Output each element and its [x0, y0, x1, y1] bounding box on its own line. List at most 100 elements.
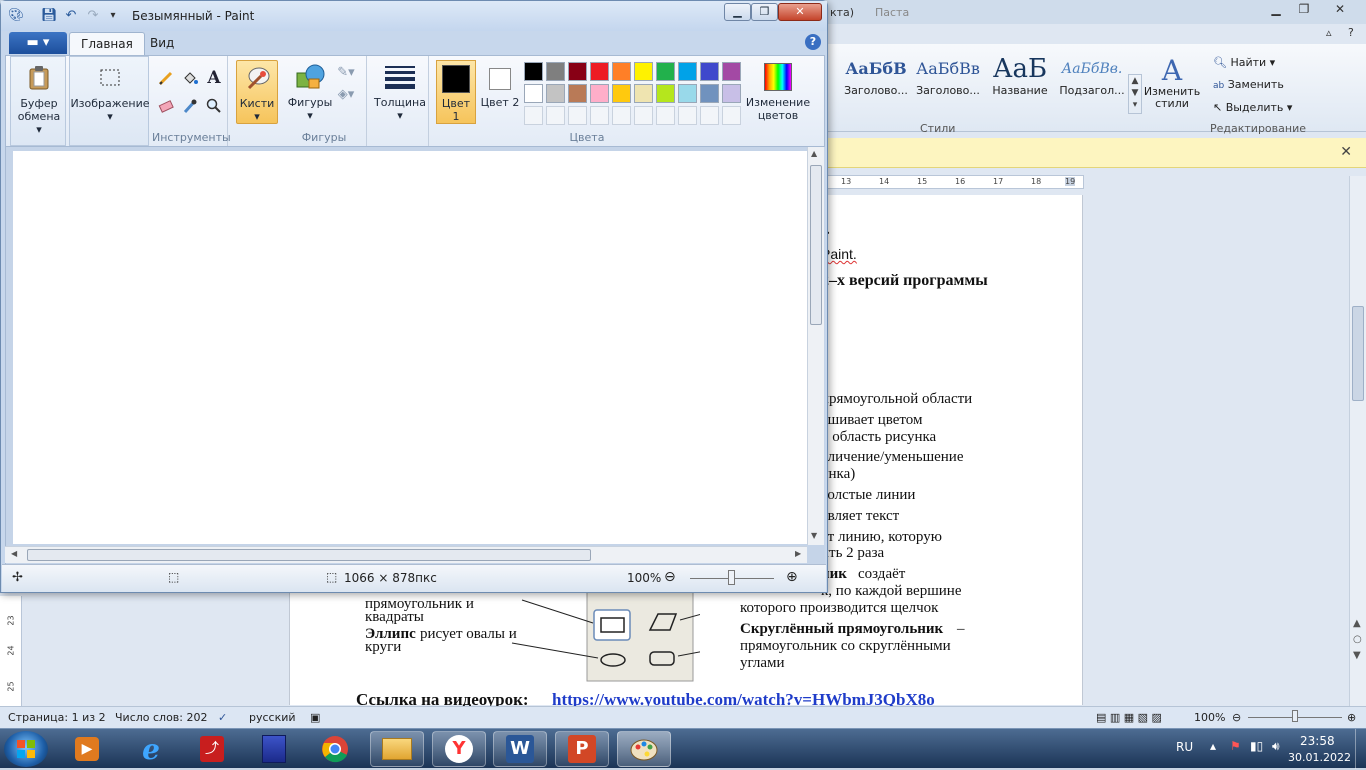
- clock-date[interactable]: 30.01.2022: [1288, 751, 1351, 764]
- word-help-icon[interactable]: ?: [1348, 26, 1354, 39]
- word-count[interactable]: Число слов: 202: [115, 711, 208, 724]
- taskbar-media-player[interactable]: ▶: [60, 731, 114, 767]
- taskbar-yandex[interactable]: Y: [432, 731, 486, 767]
- image-button[interactable]: Изображение ▾: [70, 63, 150, 123]
- taskbar-powerpoint[interactable]: P: [555, 731, 609, 767]
- palette-swatch[interactable]: [700, 62, 719, 81]
- palette-swatch[interactable]: [722, 62, 741, 81]
- tray-expand-icon[interactable]: ▴: [1210, 739, 1216, 753]
- page-count[interactable]: Страница: 1 из 2: [8, 711, 106, 724]
- select-button[interactable]: ↖ Выделить ▾: [1213, 97, 1292, 119]
- start-button[interactable]: [4, 731, 48, 767]
- taskbar-explorer[interactable]: [370, 731, 424, 767]
- outline-icon[interactable]: ✎▾: [336, 62, 356, 82]
- paint-horizontal-scrollbar[interactable]: ◀ ▶: [5, 546, 807, 563]
- word-zoom-in-icon[interactable]: ⊕: [1347, 711, 1356, 724]
- fill-icon[interactable]: ◈▾: [336, 84, 356, 104]
- scroll-right-icon[interactable]: ▶: [795, 549, 801, 558]
- paint-zoom-out-icon[interactable]: ⊖: [664, 569, 676, 585]
- proofing-icon[interactable]: ✓: [218, 711, 227, 724]
- paint-zoom-thumb[interactable]: [728, 570, 735, 585]
- palette-swatch[interactable]: [634, 84, 653, 103]
- word-zoom-out-icon[interactable]: ⊖: [1232, 711, 1241, 724]
- word-zoom-thumb[interactable]: [1292, 710, 1298, 722]
- keyboard-language[interactable]: RU: [1176, 740, 1193, 754]
- palette-swatch[interactable]: [524, 84, 543, 103]
- paint-close-button[interactable]: ✕: [778, 3, 822, 21]
- word-scroll-thumb[interactable]: [1352, 306, 1364, 401]
- style-heading1[interactable]: АаБбВ Заголово...: [840, 54, 912, 110]
- custom-color-slot[interactable]: [722, 106, 741, 125]
- scroll-up-icon[interactable]: ▲: [811, 149, 817, 158]
- pencil-icon[interactable]: [156, 68, 176, 88]
- taskbar-chrome[interactable]: [308, 731, 362, 767]
- taskbar-word[interactable]: W: [493, 731, 547, 767]
- change-styles-button[interactable]: A Изменить стили: [1142, 54, 1202, 118]
- eraser-icon[interactable]: [156, 96, 176, 116]
- redo-icon[interactable]: ↷: [85, 8, 101, 24]
- replace-button[interactable]: ab Заменить: [1213, 74, 1292, 97]
- scroll-left-icon[interactable]: ◀: [11, 549, 17, 558]
- clipboard-group[interactable]: Буфер обмена ▾: [10, 56, 66, 146]
- palette-swatch[interactable]: [700, 84, 719, 103]
- custom-color-slot[interactable]: [546, 106, 565, 125]
- custom-color-slot[interactable]: [634, 106, 653, 125]
- paint-menu-button[interactable]: ▬ ▾: [9, 32, 67, 54]
- volume-icon[interactable]: 🔊︎: [1272, 739, 1280, 754]
- palette-swatch[interactable]: [612, 62, 631, 81]
- shapes-button[interactable]: Фигуры ▾: [286, 62, 334, 122]
- paint-minimize-button[interactable]: ▁: [724, 3, 751, 21]
- show-desktop-button[interactable]: [1355, 729, 1366, 769]
- palette-swatch[interactable]: [678, 62, 697, 81]
- save-icon[interactable]: 💾︎: [41, 8, 58, 24]
- quick-access-dropdown-icon[interactable]: ▾: [105, 8, 121, 24]
- palette-swatch[interactable]: [656, 62, 675, 81]
- style-subtitle[interactable]: АаБбВв. Подзагол...: [1056, 54, 1128, 110]
- word-close-button[interactable]: ✕: [1318, 0, 1362, 20]
- taskbar-internet-explorer[interactable]: e: [124, 731, 178, 767]
- palette-swatch[interactable]: [568, 84, 587, 103]
- paint-vertical-scrollbar[interactable]: ▲ ▼: [807, 147, 824, 545]
- palette-swatch[interactable]: [524, 62, 543, 81]
- undo-icon[interactable]: ↶: [63, 8, 79, 24]
- palette-swatch[interactable]: [546, 62, 565, 81]
- network-icon[interactable]: ▮▯: [1250, 739, 1263, 753]
- ribbon-minimize-icon[interactable]: ▵: [1326, 26, 1332, 39]
- paint-zoom-in-icon[interactable]: ⊕: [786, 569, 798, 585]
- palette-swatch[interactable]: [568, 62, 587, 81]
- paint-vscroll-thumb[interactable]: [810, 165, 822, 325]
- palette-swatch[interactable]: [634, 62, 653, 81]
- image-group[interactable]: Изображение ▾: [69, 56, 150, 146]
- color2-button[interactable]: Цвет 2: [480, 60, 520, 124]
- word-vertical-scrollbar[interactable]: ▲ ○ ▼: [1349, 176, 1366, 706]
- paint-maximize-button[interactable]: ❐: [751, 3, 778, 21]
- custom-color-slot[interactable]: [524, 106, 543, 125]
- brushes-button[interactable]: Кисти ▾: [236, 60, 278, 124]
- taskbar-acrobat[interactable]: ⤴: [185, 731, 239, 767]
- edit-colors-button[interactable]: Изменение цветов: [742, 62, 814, 122]
- palette-swatch[interactable]: [678, 84, 697, 103]
- palette-swatch[interactable]: [612, 84, 631, 103]
- word-maximize-button[interactable]: ❐: [1290, 0, 1318, 20]
- palette-swatch[interactable]: [546, 84, 565, 103]
- custom-color-slot[interactable]: [590, 106, 609, 125]
- color-picker-icon[interactable]: [180, 96, 200, 116]
- tab-home[interactable]: Главная: [69, 32, 145, 55]
- custom-color-slot[interactable]: [568, 106, 587, 125]
- color1-button[interactable]: Цвет 1: [436, 60, 476, 124]
- drawing-canvas[interactable]: [13, 151, 807, 544]
- language-status[interactable]: русский: [249, 711, 296, 724]
- word-minimize-button[interactable]: ▁: [1262, 0, 1290, 20]
- palette-swatch[interactable]: [722, 84, 741, 103]
- action-center-icon[interactable]: ⚑: [1230, 739, 1241, 753]
- style-heading2[interactable]: АаБбВв Заголово...: [912, 54, 984, 110]
- macro-icon[interactable]: ▣: [310, 711, 320, 724]
- thickness-button[interactable]: Толщина ▾: [371, 62, 429, 122]
- taskbar-paint[interactable]: [617, 731, 671, 767]
- custom-color-slot[interactable]: [678, 106, 697, 125]
- message-close-icon[interactable]: ✕: [1340, 144, 1352, 160]
- scroll-down-icon[interactable]: ▼: [811, 531, 817, 540]
- browse-object-icons[interactable]: ▲ ○ ▼: [1353, 616, 1362, 664]
- custom-color-slot[interactable]: [656, 106, 675, 125]
- word-zoom-level[interactable]: 100%: [1194, 711, 1225, 724]
